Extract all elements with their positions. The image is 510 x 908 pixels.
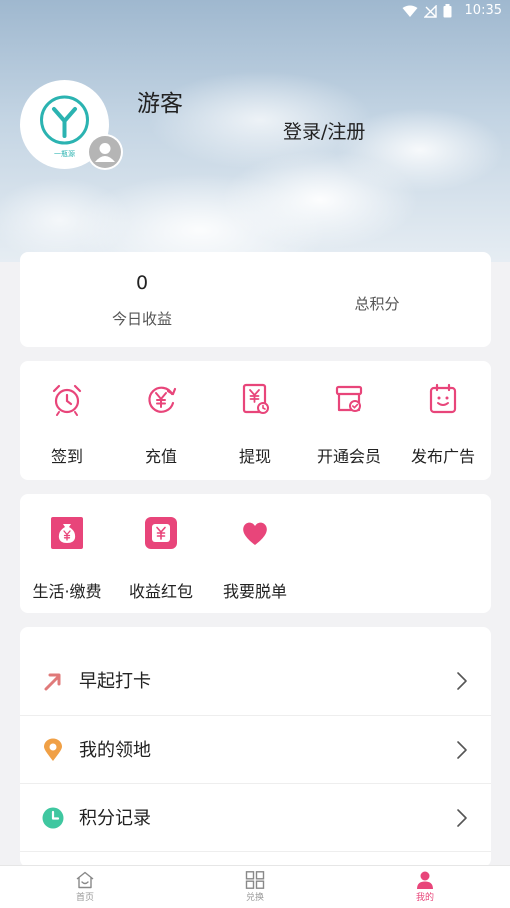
action-withdraw[interactable]: 提现 <box>208 361 302 480</box>
earnings-card: 0 今日收益 总积分 <box>20 252 491 347</box>
services-card: 生活·缴费 收益红包 我要脱单 <box>20 494 491 613</box>
action-label: 签到 <box>50 447 83 466</box>
yuan-refresh-icon <box>148 386 177 413</box>
chevron-right-icon <box>457 809 467 827</box>
bottom-tab-bar: 首页 兑换 我的 <box>0 865 510 908</box>
status-time: 10:35 <box>464 3 502 18</box>
tab-home[interactable]: 首页 <box>45 871 125 903</box>
tab-label: 兑换 <box>245 893 264 903</box>
action-membership[interactable]: 开通会员 <box>302 361 396 480</box>
menu-row-early-checkin[interactable]: 早起打卡 <box>20 647 491 715</box>
battery-icon <box>443 4 452 18</box>
wifi-icon <box>402 5 418 17</box>
service-label: 收益红包 <box>128 582 193 601</box>
action-recharge[interactable]: 充值 <box>114 361 208 480</box>
grid-icon <box>245 871 265 889</box>
today-earnings-value: 0 <box>135 272 149 294</box>
heart-icon <box>243 522 267 545</box>
member-box-icon <box>335 385 363 412</box>
status-bar: 10:35 <box>0 0 510 24</box>
total-points-label: 总积分 <box>354 295 400 313</box>
service-label: 我要脱单 <box>222 582 287 601</box>
chevron-right-icon <box>457 741 467 759</box>
tab-label: 我的 <box>415 893 434 903</box>
menu-row-label: 我的领地 <box>79 740 151 761</box>
action-label: 开通会员 <box>316 447 381 466</box>
today-earnings[interactable]: 0 今日收益 <box>92 272 192 329</box>
red-packet-icon <box>145 517 177 549</box>
tab-label: 首页 <box>75 893 94 903</box>
today-earnings-label: 今日收益 <box>111 310 172 328</box>
service-dating[interactable]: 我要脱单 <box>208 494 302 613</box>
menu-card: 早起打卡 我的领地 积分记录 <box>20 627 491 867</box>
action-checkin[interactable]: 签到 <box>20 361 114 480</box>
ad-board-icon <box>429 383 457 414</box>
home-icon <box>76 871 94 889</box>
total-points[interactable]: 总积分 <box>327 293 427 314</box>
login-register-link[interactable]: 登录/注册 <box>283 117 365 144</box>
tab-mine[interactable]: 我的 <box>385 871 465 903</box>
action-label: 发布广告 <box>410 447 475 466</box>
chevron-right-icon <box>457 672 467 690</box>
menu-row-label: 积分记录 <box>79 808 151 829</box>
user-silhouette-icon <box>89 136 121 168</box>
service-label: 生活·缴费 <box>32 582 102 601</box>
service-earnings-packet[interactable]: 收益红包 <box>114 494 208 613</box>
tab-exchange[interactable]: 兑换 <box>215 871 295 903</box>
action-post-ad[interactable]: 发布广告 <box>396 361 490 480</box>
avatar-logo-text: 一瓶源 <box>54 149 75 158</box>
location-pin-icon <box>44 738 62 761</box>
service-life-payment[interactable]: 生活·缴费 <box>20 494 114 613</box>
menu-row-my-territory[interactable]: 我的领地 <box>20 715 491 783</box>
menu-row-label: 早起打卡 <box>79 671 151 692</box>
money-bag-icon <box>51 517 83 549</box>
action-label: 充值 <box>144 447 177 466</box>
arrow-up-right-icon <box>44 673 61 691</box>
yuan-document-icon <box>242 383 269 414</box>
quick-actions-card: 签到 充值 提现 开通会员 发布广告 <box>20 361 491 480</box>
person-icon <box>417 871 433 889</box>
status-icons <box>402 4 452 18</box>
menu-row-points-record[interactable]: 积分记录 <box>20 783 491 851</box>
clock-icon <box>42 807 64 829</box>
default-user-avatar <box>87 134 123 170</box>
action-label: 提现 <box>238 447 271 466</box>
no-signal-icon <box>424 4 437 18</box>
alarm-clock-icon <box>52 384 82 416</box>
user-name: 游客 <box>137 91 183 117</box>
